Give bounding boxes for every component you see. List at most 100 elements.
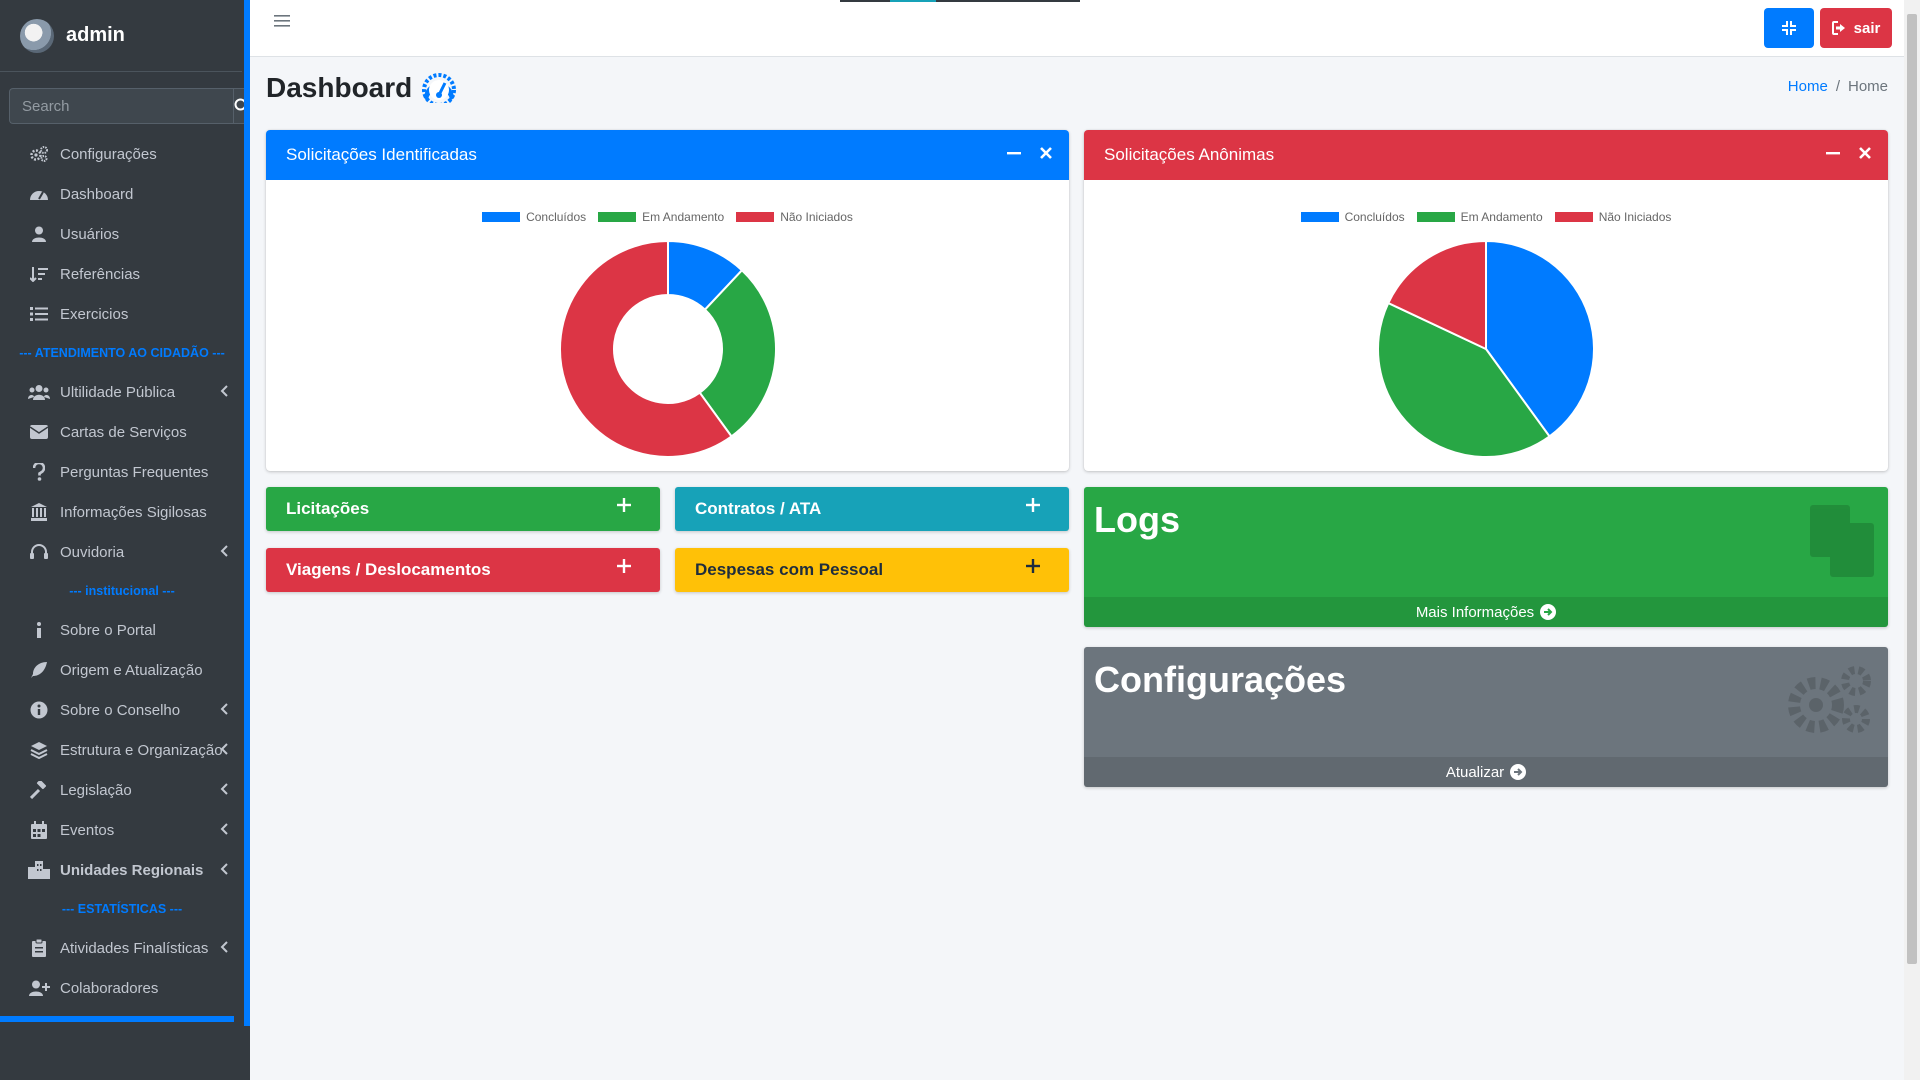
sidebar-item-usuarios[interactable]: Usuários bbox=[0, 214, 244, 254]
tile-viagens-deslocamentos[interactable]: Viagens / Deslocamentos bbox=[266, 548, 660, 592]
search-input[interactable] bbox=[9, 88, 233, 124]
sidebar-item-label: Sobre o Conselho bbox=[60, 701, 181, 719]
users-icon bbox=[28, 384, 50, 400]
sidebar-item-utilidade-publica[interactable]: Ultilidade Pública bbox=[0, 372, 244, 412]
brand-link[interactable]: admin bbox=[0, 0, 242, 72]
brand-logo bbox=[20, 18, 54, 53]
sidebar-item-sobre-o-conselho[interactable]: Sobre o Conselho bbox=[0, 690, 244, 730]
user-plus-icon bbox=[28, 980, 50, 996]
card-tools bbox=[1007, 145, 1053, 165]
pie-chart[interactable] bbox=[1371, 234, 1601, 464]
legend-item[interactable]: Concluídos bbox=[1300, 210, 1405, 224]
sidebar-item-dashboard[interactable]: Dashboard bbox=[0, 174, 244, 214]
tile-title: Viagens / Deslocamentos bbox=[286, 560, 491, 579]
fullscreen-button[interactable] bbox=[1764, 8, 1814, 48]
expand-button[interactable] bbox=[1025, 497, 1041, 518]
headset-icon bbox=[28, 544, 50, 560]
logs-link-label: Mais Informações bbox=[1415, 603, 1535, 621]
sidebar-item-label: Estrutura e Organização bbox=[60, 741, 223, 759]
legend-label: Concluídos bbox=[1344, 210, 1405, 224]
tile-title: Contratos / ATA bbox=[695, 499, 822, 518]
nav-header-atendimento: --- ATENDIMENTO AO CIDADÃO --- bbox=[19, 346, 225, 360]
sidebar-item-label: Informações Sigilosas bbox=[60, 503, 207, 521]
chevron-left-icon bbox=[220, 822, 228, 839]
tachometer-icon bbox=[28, 186, 50, 202]
legend-item[interactable]: Concluídos bbox=[482, 210, 586, 224]
close-icon bbox=[1040, 147, 1052, 159]
card-header: Solicitações Anônimas bbox=[1084, 130, 1888, 180]
tile-despesas-com-pessoal[interactable]: Despesas com Pessoal bbox=[675, 548, 1069, 592]
doughnut-chart[interactable] bbox=[553, 234, 783, 464]
expand-button[interactable] bbox=[616, 558, 632, 579]
gavel-icon bbox=[28, 781, 50, 799]
sidebar-item-sobre-o-portal[interactable]: Sobre o Portal bbox=[0, 610, 244, 650]
sidebar-item-legislacao[interactable]: Legislação bbox=[0, 770, 244, 810]
configuracoes-update-link[interactable]: Atualizar bbox=[1084, 757, 1888, 787]
scrollbar-thumb[interactable] bbox=[1907, 14, 1917, 964]
menu-toggle-button[interactable] bbox=[274, 14, 290, 33]
sidebar-item-label: Sobre o Portal bbox=[60, 621, 156, 639]
sidebar-item-informacoes-sigilosas[interactable]: Informações Sigilosas bbox=[0, 492, 244, 532]
chevron-left-icon bbox=[220, 862, 228, 879]
breadcrumb-separator: / bbox=[1835, 78, 1840, 95]
collapse-button[interactable] bbox=[1826, 145, 1840, 165]
remove-button[interactable] bbox=[1039, 145, 1053, 165]
sidebar-item-colaboradores[interactable]: Colaboradores bbox=[0, 968, 244, 1008]
sidebar-item-cartas-de-servicos[interactable]: Cartas de Serviços bbox=[0, 412, 244, 452]
cogs-icon bbox=[1786, 665, 1874, 742]
sidebar-item-label: Legislação bbox=[60, 781, 132, 799]
sidebar-item-eventos[interactable]: Eventos bbox=[0, 810, 244, 850]
legend-item[interactable]: Em Andamento bbox=[598, 210, 724, 224]
remove-button[interactable] bbox=[1858, 145, 1872, 165]
sidebar-item-perguntas-frequentes[interactable]: Perguntas Frequentes bbox=[0, 452, 244, 492]
plus-icon bbox=[617, 498, 631, 512]
sidebar-item-label: Exercicios bbox=[60, 305, 129, 323]
sort-icon bbox=[28, 266, 50, 282]
sidebar-item-label: Eventos bbox=[60, 821, 115, 839]
list-icon bbox=[28, 306, 50, 322]
legend-item[interactable]: Não Iniciados bbox=[736, 210, 853, 224]
legend-item[interactable]: Não Iniciados bbox=[1554, 210, 1671, 224]
nav-header-estatisticas: --- ESTATÍSTICAS --- bbox=[61, 902, 183, 916]
compress-icon bbox=[1782, 21, 1796, 35]
sign-out-icon bbox=[1831, 21, 1845, 35]
sidebar-item-ouvidoria[interactable]: Ouvidoria bbox=[0, 532, 244, 572]
legend-label: Concluídos bbox=[526, 210, 587, 224]
sidebar-item-label: Usuários bbox=[60, 225, 120, 243]
sidebar-horizontal-scrollbar[interactable] bbox=[0, 1016, 234, 1022]
sidebar-item-atividades-finalisticas[interactable]: Atividades Finalísticas bbox=[0, 928, 244, 968]
minus-icon bbox=[1826, 152, 1840, 155]
legend-item[interactable]: Em Andamento bbox=[1416, 210, 1543, 224]
logs-more-info-link[interactable]: Mais Informações bbox=[1084, 597, 1888, 627]
sidebar-item-origem-e-atualizacao[interactable]: Origem e Atualização bbox=[0, 650, 244, 690]
user-icon bbox=[28, 226, 50, 242]
sidebar-item-referencias[interactable]: Referências bbox=[0, 254, 244, 294]
chart-legend: Concluídos Em Andamento Não Iniciados bbox=[266, 210, 1069, 224]
expand-button[interactable] bbox=[616, 497, 632, 518]
page-title-text: Dashboard bbox=[266, 72, 413, 103]
logout-button[interactable]: sair bbox=[1820, 8, 1892, 48]
arrow-circle-right-icon bbox=[1510, 764, 1527, 780]
chevron-left-icon bbox=[220, 384, 228, 401]
sidebar-item-exercicios[interactable]: Exercicios bbox=[0, 294, 244, 334]
chevron-left-icon bbox=[220, 544, 228, 561]
loading-bar bbox=[840, 0, 1080, 2]
collapse-button[interactable] bbox=[1007, 145, 1021, 165]
breadcrumb-home-link[interactable]: Home bbox=[1788, 78, 1828, 95]
nav-header-institucional: --- institucional --- bbox=[69, 584, 175, 598]
sidebar: admin Configurações Dashboard Usuários R… bbox=[0, 0, 250, 1080]
tile-contratos-ata[interactable]: Contratos / ATA bbox=[675, 487, 1069, 531]
sidebar-item-label: Colaboradores bbox=[60, 979, 159, 997]
sidebar-scrollbar[interactable] bbox=[244, 0, 250, 1026]
sidebar-item-label: Referências bbox=[60, 265, 141, 283]
page-scrollbar[interactable] bbox=[1904, 0, 1920, 1080]
sidebar-item-label: Perguntas Frequentes bbox=[60, 463, 209, 481]
sidebar-item-configuracoes[interactable]: Configurações bbox=[0, 134, 244, 174]
tile-licitacoes[interactable]: Licitações bbox=[266, 487, 660, 531]
chevron-left-icon bbox=[220, 782, 228, 799]
sidebar-item-unidades-regionais[interactable]: Unidades Regionais bbox=[0, 850, 244, 890]
card-solicitacoes-identificadas: Solicitações Identificadas Concluídos Em… bbox=[266, 130, 1069, 471]
sidebar-item-estrutura-e-organizacao[interactable]: Estrutura e Organização bbox=[0, 730, 244, 770]
sidebar-item-label: Ultilidade Pública bbox=[60, 383, 176, 401]
expand-button[interactable] bbox=[1025, 558, 1041, 579]
